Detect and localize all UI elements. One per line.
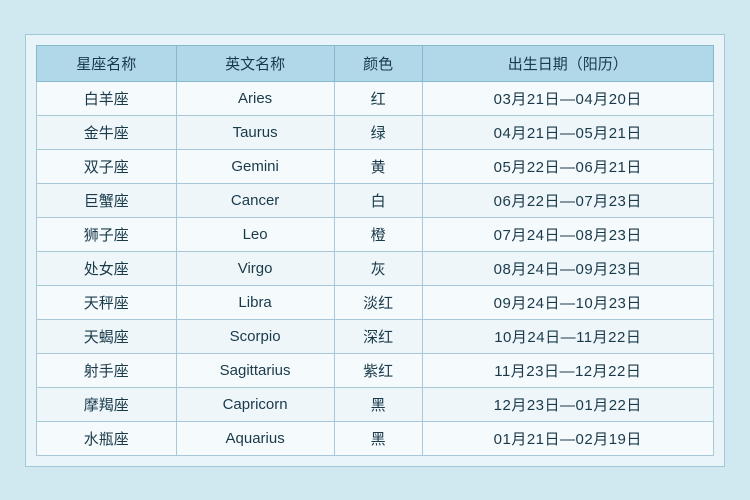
cell-color: 橙 xyxy=(334,217,422,251)
cell-dates: 09月24日—10月23日 xyxy=(422,285,713,319)
cell-english-name: Libra xyxy=(176,285,334,319)
table-body: 白羊座Aries红03月21日—04月20日金牛座Taurus绿04月21日—0… xyxy=(37,81,714,455)
cell-color: 灰 xyxy=(334,251,422,285)
cell-chinese-name: 摩羯座 xyxy=(37,387,177,421)
table-row: 水瓶座Aquarius黑01月21日—02月19日 xyxy=(37,421,714,455)
cell-dates: 06月22日—07月23日 xyxy=(422,183,713,217)
cell-dates: 10月24日—11月22日 xyxy=(422,319,713,353)
cell-dates: 08月24日—09月23日 xyxy=(422,251,713,285)
cell-english-name: Capricorn xyxy=(176,387,334,421)
cell-chinese-name: 巨蟹座 xyxy=(37,183,177,217)
table-row: 射手座Sagittarius紫红11月23日—12月22日 xyxy=(37,353,714,387)
cell-dates: 11月23日—12月22日 xyxy=(422,353,713,387)
zodiac-table: 星座名称 英文名称 颜色 出生日期（阳历） 白羊座Aries红03月21日—04… xyxy=(36,45,714,456)
table-row: 金牛座Taurus绿04月21日—05月21日 xyxy=(37,115,714,149)
table-row: 处女座Virgo灰08月24日—09月23日 xyxy=(37,251,714,285)
cell-color: 黑 xyxy=(334,421,422,455)
cell-dates: 04月21日—05月21日 xyxy=(422,115,713,149)
cell-chinese-name: 水瓶座 xyxy=(37,421,177,455)
cell-dates: 07月24日—08月23日 xyxy=(422,217,713,251)
cell-english-name: Taurus xyxy=(176,115,334,149)
cell-english-name: Aquarius xyxy=(176,421,334,455)
table-row: 巨蟹座Cancer白06月22日—07月23日 xyxy=(37,183,714,217)
table-row: 天秤座Libra淡红09月24日—10月23日 xyxy=(37,285,714,319)
table-row: 狮子座Leo橙07月24日—08月23日 xyxy=(37,217,714,251)
cell-color: 深红 xyxy=(334,319,422,353)
table-row: 天蝎座Scorpio深红10月24日—11月22日 xyxy=(37,319,714,353)
header-color: 颜色 xyxy=(334,45,422,81)
cell-chinese-name: 射手座 xyxy=(37,353,177,387)
cell-dates: 01月21日—02月19日 xyxy=(422,421,713,455)
cell-english-name: Virgo xyxy=(176,251,334,285)
cell-color: 紫红 xyxy=(334,353,422,387)
cell-dates: 12月23日—01月22日 xyxy=(422,387,713,421)
cell-color: 黄 xyxy=(334,149,422,183)
header-english-name: 英文名称 xyxy=(176,45,334,81)
table-row: 白羊座Aries红03月21日—04月20日 xyxy=(37,81,714,115)
header-birth-date: 出生日期（阳历） xyxy=(422,45,713,81)
cell-dates: 05月22日—06月21日 xyxy=(422,149,713,183)
zodiac-table-container: 星座名称 英文名称 颜色 出生日期（阳历） 白羊座Aries红03月21日—04… xyxy=(25,34,725,467)
cell-color: 绿 xyxy=(334,115,422,149)
cell-english-name: Leo xyxy=(176,217,334,251)
cell-chinese-name: 天蝎座 xyxy=(37,319,177,353)
cell-dates: 03月21日—04月20日 xyxy=(422,81,713,115)
cell-chinese-name: 双子座 xyxy=(37,149,177,183)
cell-english-name: Sagittarius xyxy=(176,353,334,387)
header-chinese-name: 星座名称 xyxy=(37,45,177,81)
cell-english-name: Cancer xyxy=(176,183,334,217)
cell-chinese-name: 天秤座 xyxy=(37,285,177,319)
cell-chinese-name: 狮子座 xyxy=(37,217,177,251)
table-row: 摩羯座Capricorn黑12月23日—01月22日 xyxy=(37,387,714,421)
cell-english-name: Scorpio xyxy=(176,319,334,353)
cell-english-name: Gemini xyxy=(176,149,334,183)
cell-color: 红 xyxy=(334,81,422,115)
cell-color: 淡红 xyxy=(334,285,422,319)
cell-color: 白 xyxy=(334,183,422,217)
table-row: 双子座Gemini黄05月22日—06月21日 xyxy=(37,149,714,183)
cell-chinese-name: 白羊座 xyxy=(37,81,177,115)
cell-chinese-name: 处女座 xyxy=(37,251,177,285)
cell-color: 黑 xyxy=(334,387,422,421)
table-header-row: 星座名称 英文名称 颜色 出生日期（阳历） xyxy=(37,45,714,81)
cell-chinese-name: 金牛座 xyxy=(37,115,177,149)
cell-english-name: Aries xyxy=(176,81,334,115)
